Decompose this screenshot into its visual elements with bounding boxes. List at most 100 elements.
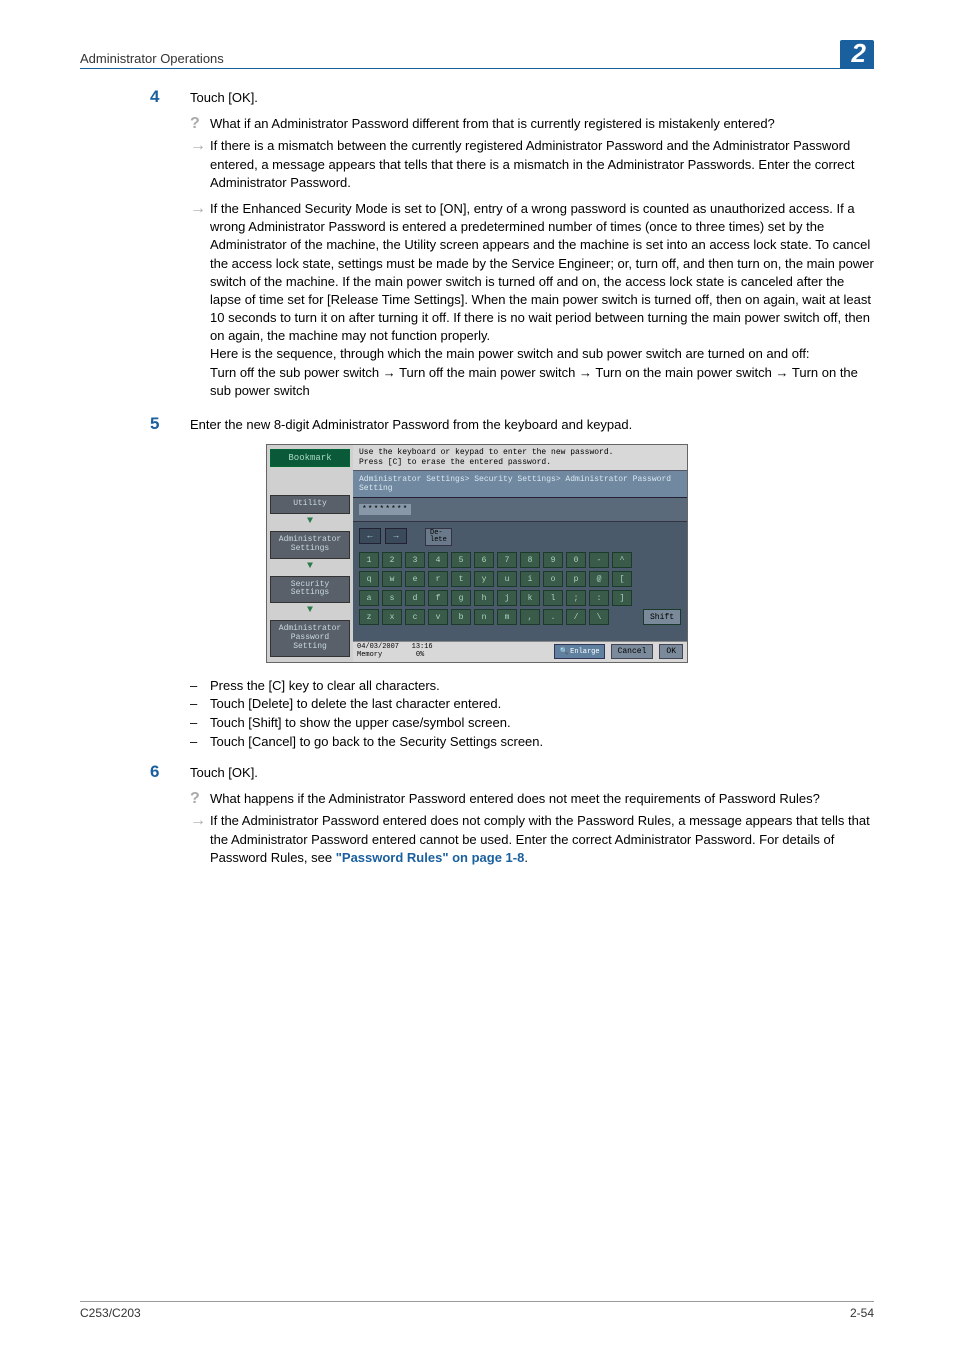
key-0[interactable]: 0 bbox=[566, 552, 586, 568]
page-header: Administrator Operations 2 bbox=[80, 38, 874, 69]
key-u[interactable]: u bbox=[497, 571, 517, 587]
key-/[interactable]: / bbox=[566, 609, 586, 625]
page-footer: C253/C203 2-54 bbox=[80, 1301, 874, 1320]
key-z[interactable]: z bbox=[359, 609, 379, 625]
key-t[interactable]: t bbox=[451, 571, 471, 587]
password-rules-link[interactable]: "Password Rules" on page 1-8 bbox=[336, 850, 525, 865]
key-[[interactable]: [ bbox=[612, 571, 632, 587]
key-c[interactable]: c bbox=[405, 609, 425, 625]
key-q[interactable]: q bbox=[359, 571, 379, 587]
screenshot-sidebar: Bookmark Utility ▼ Administrator Setting… bbox=[267, 445, 353, 661]
onscreen-keyboard: ← → De-lete 1234567890-^ qwertyuiop@[ as… bbox=[353, 522, 687, 641]
down-arrow-icon: ▼ bbox=[270, 516, 350, 527]
key-^[interactable]: ^ bbox=[612, 552, 632, 568]
step-text: Touch [OK]. bbox=[190, 762, 874, 782]
step-number: 6 bbox=[150, 762, 190, 782]
footer-model: C253/C203 bbox=[80, 1306, 141, 1320]
key-,[interactable]: , bbox=[520, 609, 540, 625]
question-text: What if an Administrator Password differ… bbox=[210, 115, 874, 133]
key-o[interactable]: o bbox=[543, 571, 563, 587]
sidebar-utility[interactable]: Utility bbox=[270, 495, 350, 514]
keyboard-screenshot: Bookmark Utility ▼ Administrator Setting… bbox=[266, 444, 688, 662]
step-6: 6 Touch [OK]. bbox=[150, 762, 874, 782]
key--[interactable]: - bbox=[589, 552, 609, 568]
key-1[interactable]: 1 bbox=[359, 552, 379, 568]
sidebar-admin-settings[interactable]: Administrator Settings bbox=[270, 531, 350, 559]
key-j[interactable]: j bbox=[497, 590, 517, 606]
key-w[interactable]: w bbox=[382, 571, 402, 587]
cursor-right-button[interactable]: → bbox=[385, 528, 407, 544]
question-icon: ? bbox=[190, 790, 210, 808]
key-9[interactable]: 9 bbox=[543, 552, 563, 568]
cancel-button[interactable]: Cancel bbox=[611, 644, 654, 659]
bullet-text: Press the [C] key to clear all character… bbox=[210, 677, 440, 696]
step-text: Touch [OK]. bbox=[190, 87, 874, 107]
chapter-number: 2 bbox=[840, 40, 874, 68]
key-v[interactable]: v bbox=[428, 609, 448, 625]
key-l[interactable]: l bbox=[543, 590, 563, 606]
key-5[interactable]: 5 bbox=[451, 552, 471, 568]
enlarge-button[interactable]: 🔍 Enlarge bbox=[554, 644, 604, 659]
key-y[interactable]: y bbox=[474, 571, 494, 587]
screenshot-footer: 04/03/2007 13:16 Memory 0% 🔍 Enlarge Can… bbox=[353, 641, 687, 661]
key-8[interactable]: 8 bbox=[520, 552, 540, 568]
step-5-bullets: –Press the [C] key to clear all characte… bbox=[190, 677, 874, 752]
key-r[interactable]: r bbox=[428, 571, 448, 587]
sidebar-security-settings[interactable]: Security Settings bbox=[270, 576, 350, 604]
key-e[interactable]: e bbox=[405, 571, 425, 587]
ok-button[interactable]: OK bbox=[659, 644, 683, 659]
footer-page: 2-54 bbox=[850, 1306, 874, 1320]
key-6[interactable]: 6 bbox=[474, 552, 494, 568]
delete-button[interactable]: De-lete bbox=[425, 528, 452, 546]
bullet-text: Touch [Delete] to delete the last charac… bbox=[210, 695, 501, 714]
breadcrumb: Administrator Settings> Security Setting… bbox=[353, 470, 687, 498]
key-d[interactable]: d bbox=[405, 590, 425, 606]
password-input[interactable]: ******** bbox=[359, 504, 411, 515]
key-7[interactable]: 7 bbox=[497, 552, 517, 568]
key-a[interactable]: a bbox=[359, 590, 379, 606]
key-:[interactable]: : bbox=[589, 590, 609, 606]
down-arrow-icon: ▼ bbox=[270, 605, 350, 616]
shift-key[interactable]: Shift bbox=[643, 609, 681, 625]
qa-step-6: ? What happens if the Administrator Pass… bbox=[190, 790, 874, 867]
step-5: 5 Enter the new 8-digit Administrator Pa… bbox=[150, 414, 874, 434]
question-text: What happens if the Administrator Passwo… bbox=[210, 790, 874, 808]
qa-step-4: ? What if an Administrator Password diff… bbox=[190, 115, 874, 400]
key-b[interactable]: b bbox=[451, 609, 471, 625]
key-.[interactable]: . bbox=[543, 609, 563, 625]
bookmark-button[interactable]: Bookmark bbox=[270, 449, 350, 467]
answer-text: If the Enhanced Security Mode is set to … bbox=[210, 200, 874, 400]
key-n[interactable]: n bbox=[474, 609, 494, 625]
answer-text: If there is a mismatch between the curre… bbox=[210, 137, 874, 192]
cursor-left-button[interactable]: ← bbox=[359, 528, 381, 544]
key-@[interactable]: @ bbox=[589, 571, 609, 587]
key-h[interactable]: h bbox=[474, 590, 494, 606]
bullet-text: Touch [Shift] to show the upper case/sym… bbox=[210, 714, 511, 733]
key-2[interactable]: 2 bbox=[382, 552, 402, 568]
question-icon: ? bbox=[190, 115, 210, 133]
step-number: 5 bbox=[150, 414, 190, 434]
key-4[interactable]: 4 bbox=[428, 552, 448, 568]
instruction-text: Use the keyboard or keypad to enter the … bbox=[353, 445, 687, 470]
key-x[interactable]: x bbox=[382, 609, 402, 625]
bullet-text: Touch [Cancel] to go back to the Securit… bbox=[210, 733, 543, 752]
key-m[interactable]: m bbox=[497, 609, 517, 625]
answer-arrow-icon: → bbox=[190, 137, 210, 192]
key-i[interactable]: i bbox=[520, 571, 540, 587]
key-][interactable]: ] bbox=[612, 590, 632, 606]
answer-arrow-icon: → bbox=[190, 200, 210, 400]
key-s[interactable]: s bbox=[382, 590, 402, 606]
key-f[interactable]: f bbox=[428, 590, 448, 606]
key-k[interactable]: k bbox=[520, 590, 540, 606]
step-4: 4 Touch [OK]. bbox=[150, 87, 874, 107]
step-number: 4 bbox=[150, 87, 190, 107]
key-g[interactable]: g bbox=[451, 590, 471, 606]
down-arrow-icon: ▼ bbox=[270, 561, 350, 572]
step-text: Enter the new 8-digit Administrator Pass… bbox=[190, 414, 874, 434]
sidebar-password-setting[interactable]: Administrator Password Setting bbox=[270, 620, 350, 656]
key-\[interactable]: \ bbox=[589, 609, 609, 625]
key-3[interactable]: 3 bbox=[405, 552, 425, 568]
answer-text: If the Administrator Password entered do… bbox=[210, 812, 874, 867]
key-p[interactable]: p bbox=[566, 571, 586, 587]
key-;[interactable]: ; bbox=[566, 590, 586, 606]
